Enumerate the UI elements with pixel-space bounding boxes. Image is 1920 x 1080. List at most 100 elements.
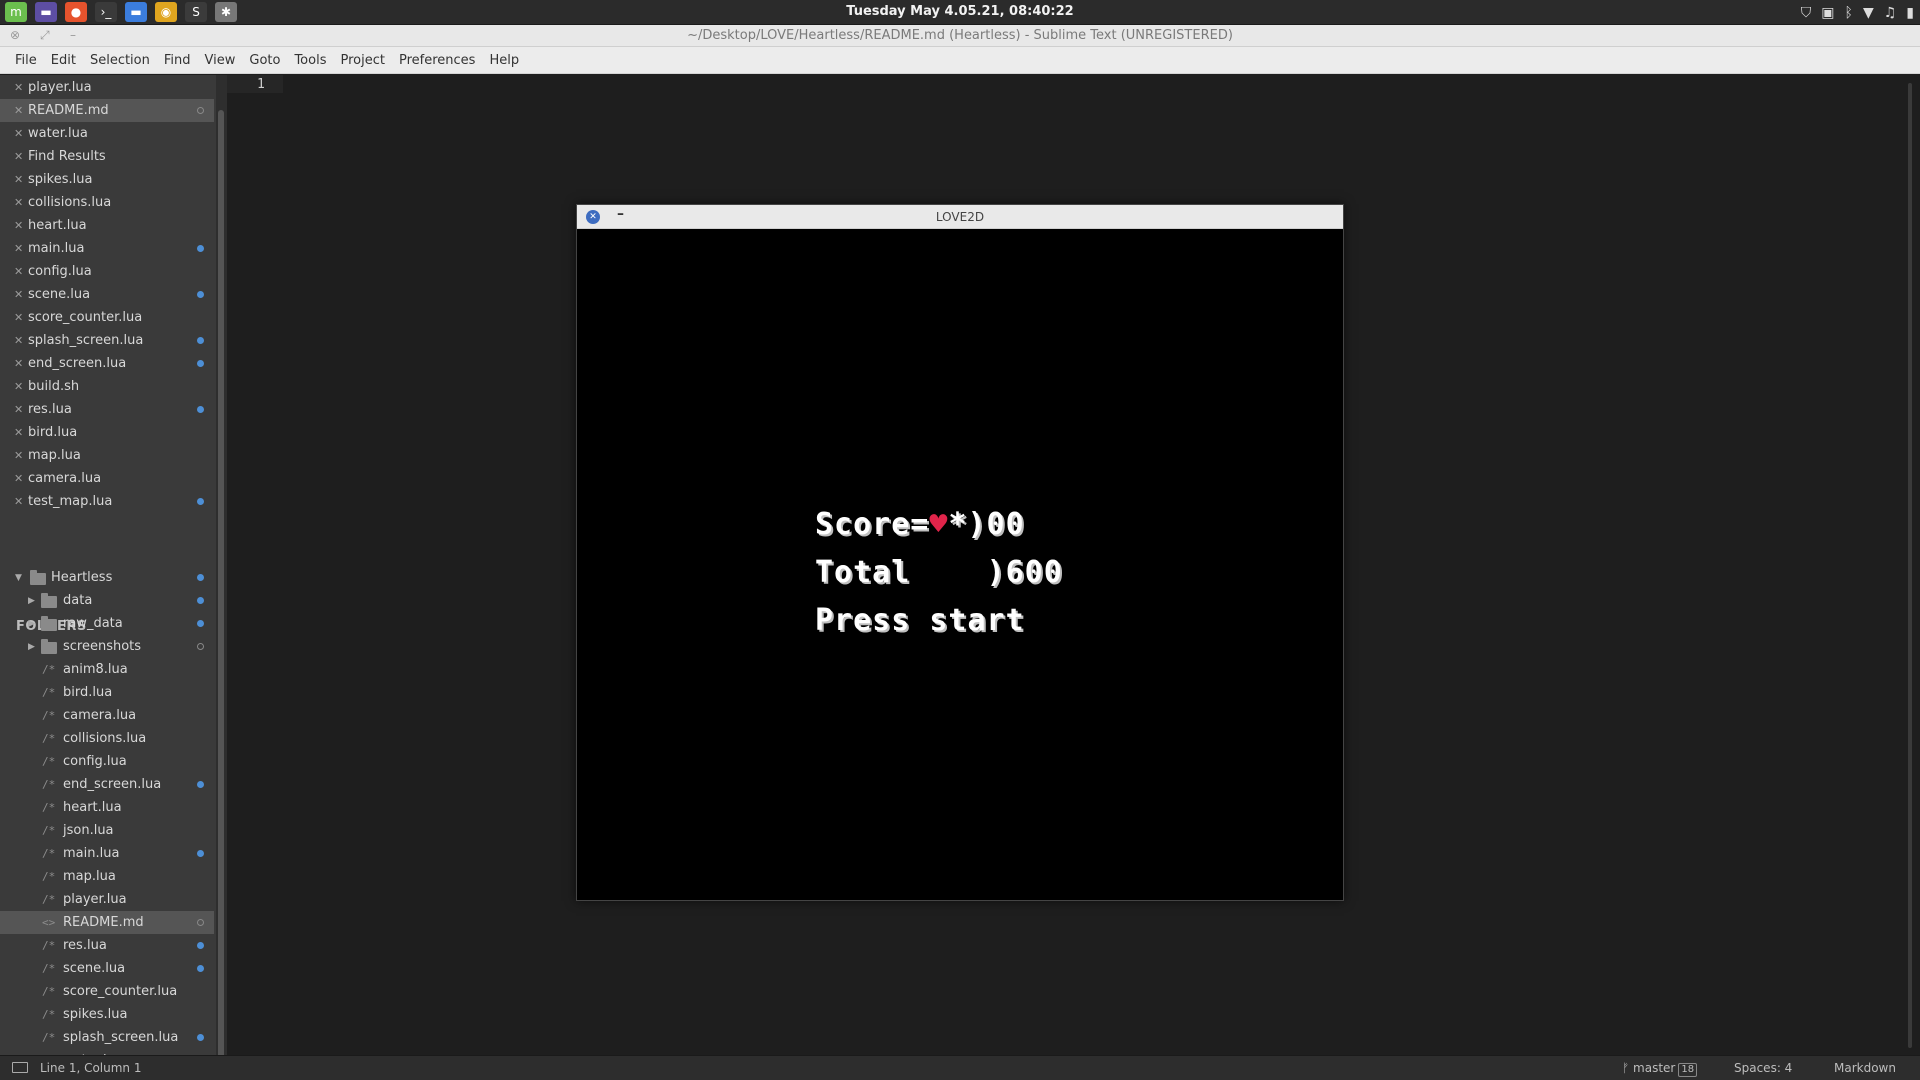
menu-selection[interactable]: Selection (83, 53, 157, 68)
open-file-item[interactable]: ✕ splash_screen.lua (0, 329, 214, 352)
tree-file-item[interactable]: /* end_screen.lua (0, 773, 214, 796)
menu-help[interactable]: Help (482, 53, 526, 68)
close-file-icon[interactable]: ✕ (14, 357, 28, 370)
menu-find[interactable]: Find (157, 53, 198, 68)
tree-file-item[interactable]: /* splash_screen.lua (0, 1026, 214, 1049)
tree-file-label: camera.lua (63, 708, 137, 723)
tree-file-item[interactable]: /* config.lua (0, 750, 214, 773)
open-file-item[interactable]: ✕ main.lua (0, 237, 214, 260)
open-file-item[interactable]: ✕ camera.lua (0, 467, 214, 490)
close-file-icon[interactable]: ✕ (14, 334, 28, 347)
chevron-right-icon[interactable]: ▶ (28, 619, 35, 629)
close-file-icon[interactable]: ✕ (14, 173, 28, 186)
close-file-icon[interactable]: ✕ (14, 288, 28, 301)
tree-file-item[interactable]: /* res.lua (0, 934, 214, 957)
tree-file-item[interactable]: /* spikes.lua (0, 1003, 214, 1026)
chevron-right-icon[interactable]: ▶ (28, 642, 35, 652)
close-file-icon[interactable]: ✕ (14, 495, 28, 508)
open-file-item[interactable]: ✕ collisions.lua (0, 191, 214, 214)
sidebar-scrollbar[interactable] (216, 75, 227, 1060)
score-line: Score=♥*)00 (815, 507, 1025, 542)
open-file-item[interactable]: ✕ config.lua (0, 260, 214, 283)
open-file-item[interactable]: ✕ spikes.lua (0, 168, 214, 191)
menu-view[interactable]: View (198, 53, 243, 68)
tree-file-item[interactable]: /* anim8.lua (0, 658, 214, 681)
cursor-position: Line 1, Column 1 (40, 1061, 142, 1075)
branch-count: 18 (1678, 1063, 1698, 1077)
git-branch[interactable]: ᚠ master 18 (1622, 1061, 1698, 1077)
chevron-down-icon[interactable]: ▼ (15, 573, 22, 583)
music-icon[interactable]: ♫ (1884, 5, 1897, 21)
menu-file[interactable]: File (8, 53, 44, 68)
close-file-icon[interactable]: ✕ (14, 81, 28, 94)
menu-edit[interactable]: Edit (44, 53, 83, 68)
system-clock[interactable]: Tuesday May 4.05.21, 08:40:22 (0, 4, 1920, 19)
close-file-icon[interactable]: ✕ (14, 104, 28, 117)
tree-file-item[interactable]: /* heart.lua (0, 796, 214, 819)
close-file-icon[interactable]: ✕ (14, 380, 28, 393)
subfolder-item[interactable]: ▶ screenshots (0, 635, 214, 658)
open-file-item[interactable]: ✕ build.sh (0, 375, 214, 398)
close-file-icon[interactable]: ✕ (14, 127, 28, 140)
folder-label: raw_data (63, 616, 123, 631)
tree-file-item[interactable]: /* collisions.lua (0, 727, 214, 750)
tree-file-item[interactable]: /* main.lua (0, 842, 214, 865)
tree-file-item[interactable]: /* score_counter.lua (0, 980, 214, 1003)
close-file-icon[interactable]: ✕ (14, 403, 28, 416)
sidebar-scroll-thumb[interactable] (218, 110, 224, 1060)
menu-tools[interactable]: Tools (287, 53, 333, 68)
unsaved-hollow-dot-icon (197, 107, 204, 114)
close-file-icon[interactable]: ✕ (14, 242, 28, 255)
tree-file-item[interactable]: /* player.lua (0, 888, 214, 911)
open-file-label: collisions.lua (28, 195, 112, 210)
toggle-panel-icon[interactable] (12, 1062, 28, 1073)
update-manager-icon[interactable]: ▣ (1821, 5, 1834, 21)
close-file-icon[interactable]: ✕ (14, 150, 28, 163)
subfolder-item[interactable]: ▶ data (0, 589, 214, 612)
syntax-selector[interactable]: Markdown (1834, 1061, 1896, 1075)
close-file-icon[interactable]: ✕ (14, 196, 28, 209)
chevron-right-icon[interactable]: ▶ (28, 596, 35, 606)
open-file-item[interactable]: ✕ heart.lua (0, 214, 214, 237)
subfolder-item[interactable]: ▶ raw_data (0, 612, 214, 635)
open-file-item[interactable]: ✕ score_counter.lua (0, 306, 214, 329)
open-file-item[interactable]: ✕ end_screen.lua (0, 352, 214, 375)
open-file-item[interactable]: ✕ test_map.lua (0, 490, 214, 513)
shield-icon[interactable]: ⛉ (1801, 5, 1812, 21)
editor-scrollbar[interactable] (1908, 83, 1912, 1048)
window-titlebar[interactable]: ⊗ ⤢ – ~/Desktop/LOVE/Heartless/README.md… (0, 25, 1920, 47)
status-bar: Line 1, Column 1 ᚠ master 18 Spaces: 4 Ma… (0, 1055, 1920, 1080)
code-file-icon: /* (42, 893, 56, 906)
tree-file-item[interactable]: /* json.lua (0, 819, 214, 842)
open-file-item[interactable]: ✕ res.lua (0, 398, 214, 421)
tree-file-item[interactable]: /* scene.lua (0, 957, 214, 980)
battery-icon[interactable]: ▮ (1906, 5, 1914, 21)
indentation-setting[interactable]: Spaces: 4 (1734, 1061, 1792, 1075)
close-file-icon[interactable]: ✕ (14, 265, 28, 278)
tree-file-item[interactable]: /* map.lua (0, 865, 214, 888)
menu-preferences[interactable]: Preferences (392, 53, 482, 68)
open-file-item[interactable]: ✕ water.lua (0, 122, 214, 145)
open-file-item[interactable]: ✕ README.md (0, 99, 214, 122)
tree-file-item[interactable]: <> README.md (0, 911, 214, 934)
open-file-item[interactable]: ✕ bird.lua (0, 421, 214, 444)
menu-project[interactable]: Project (333, 53, 391, 68)
wifi-icon[interactable]: ▼ (1863, 5, 1874, 21)
close-file-icon[interactable]: ✕ (14, 311, 28, 324)
open-file-item[interactable]: ✕ scene.lua (0, 283, 214, 306)
close-file-icon[interactable]: ✕ (14, 426, 28, 439)
close-file-icon[interactable]: ✕ (14, 472, 28, 485)
open-file-item[interactable]: ✕ map.lua (0, 444, 214, 467)
menu-goto[interactable]: Goto (242, 53, 287, 68)
code-file-icon: /* (42, 847, 56, 860)
bluetooth-icon[interactable]: ᛒ (1845, 5, 1853, 21)
love2d-titlebar[interactable]: ✕ – LOVE2D (577, 205, 1343, 229)
tree-file-item[interactable]: /* bird.lua (0, 681, 214, 704)
close-file-icon[interactable]: ✕ (14, 449, 28, 462)
tree-file-item[interactable]: /* camera.lua (0, 704, 214, 727)
love2d-window[interactable]: ✕ – LOVE2D Score=♥*)00 Total )600 Press … (576, 204, 1344, 901)
close-file-icon[interactable]: ✕ (14, 219, 28, 232)
open-file-item[interactable]: ✕ Find Results (0, 145, 214, 168)
folder-root-heartless[interactable]: ▼ Heartless (0, 566, 214, 589)
open-file-item[interactable]: ✕ player.lua (0, 76, 214, 99)
